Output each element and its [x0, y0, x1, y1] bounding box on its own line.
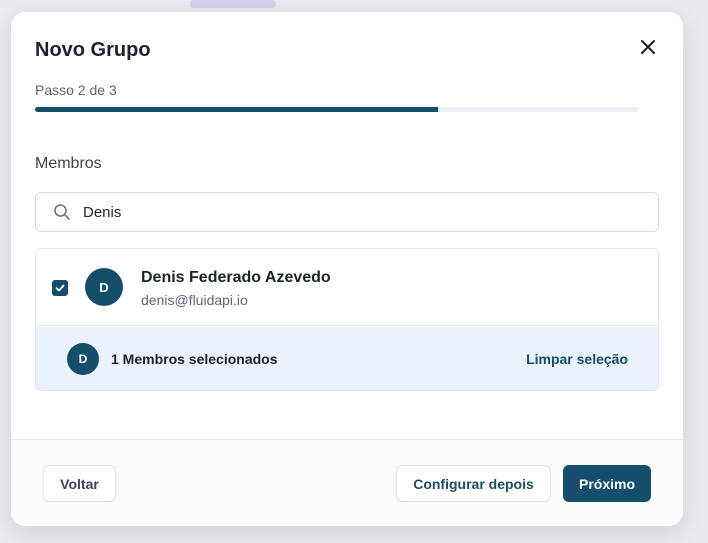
check-icon — [55, 284, 65, 292]
progress-bar — [35, 107, 639, 112]
new-group-modal: Novo Grupo Passo 2 de 3 Membros D Denis … — [11, 12, 683, 526]
modal-footer: Voltar Configurar depois Próximo — [11, 439, 683, 526]
selection-summary: D 1 Membros selecionados Limpar seleção — [36, 327, 658, 390]
clear-selection-link[interactable]: Limpar seleção — [526, 351, 628, 367]
modal-title: Novo Grupo — [35, 39, 151, 61]
member-name: Denis Federado Azevedo — [141, 269, 331, 286]
close-button[interactable] — [637, 36, 659, 58]
members-section-label: Membros — [35, 155, 102, 172]
configure-later-button[interactable]: Configurar depois — [396, 465, 551, 502]
search-icon — [54, 204, 70, 220]
next-button[interactable]: Próximo — [563, 465, 651, 502]
selected-count: 1 Membros selecionados — [111, 351, 278, 367]
background-badge — [190, 0, 276, 8]
member-avatar: D — [85, 268, 123, 306]
close-icon — [641, 40, 655, 54]
member-row[interactable]: D Denis Federado Azevedo denis@fluidapi.… — [36, 249, 658, 326]
members-list: D Denis Federado Azevedo denis@fluidapi.… — [35, 248, 659, 391]
member-checkbox[interactable] — [52, 280, 68, 296]
search-input[interactable] — [83, 203, 643, 221]
selected-member-avatar: D — [67, 343, 99, 375]
member-email: denis@fluidapi.io — [141, 292, 248, 308]
member-search-field[interactable] — [35, 192, 659, 232]
back-button[interactable]: Voltar — [43, 465, 116, 502]
progress-fill — [35, 107, 438, 112]
step-indicator: Passo 2 de 3 — [35, 82, 117, 98]
